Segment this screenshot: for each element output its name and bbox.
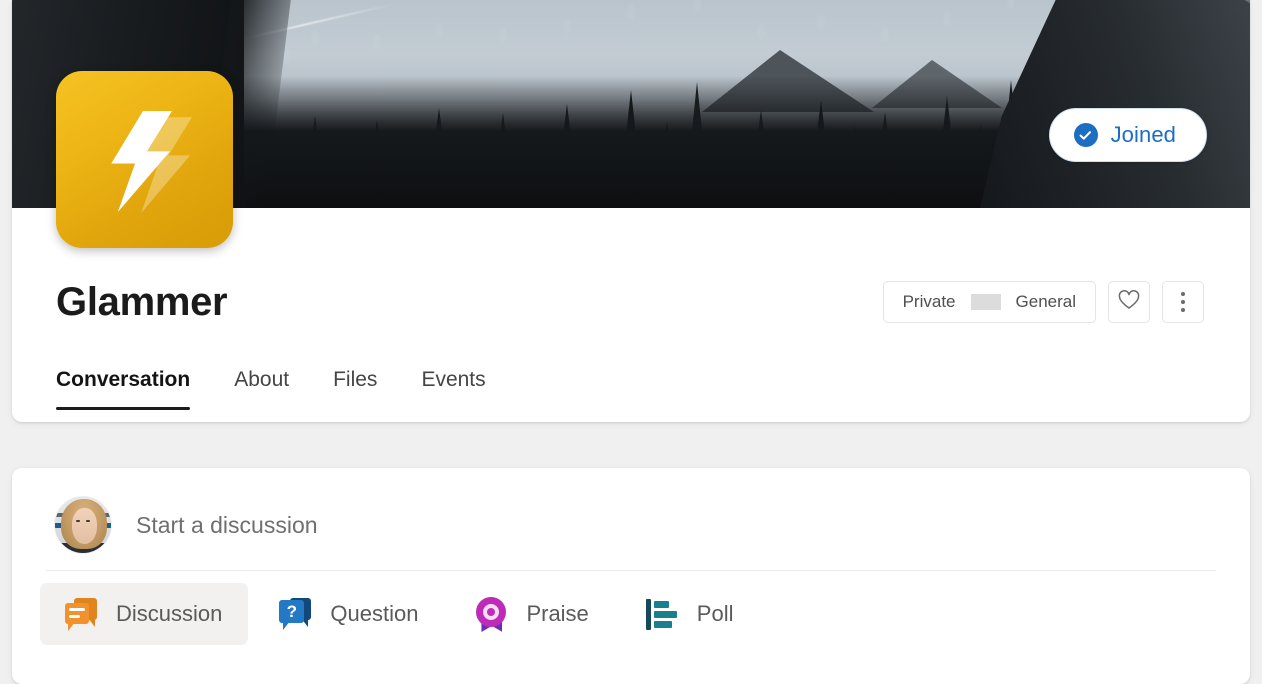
- tab-events-label: Events: [421, 368, 486, 391]
- page-scrollbar[interactable]: [1250, 0, 1262, 684]
- group-privacy-label: Private: [902, 292, 956, 311]
- group-page: Joined Glammer Private General Conversat…: [0, 0, 1262, 684]
- joined-button[interactable]: Joined: [1048, 108, 1207, 162]
- post-type-poll-label: Poll: [696, 601, 734, 626]
- group-header-card: Joined Glammer Private General Conversat…: [12, 0, 1250, 422]
- check-circle-icon: [1073, 123, 1098, 147]
- favorite-button[interactable]: [1108, 281, 1150, 323]
- group-category-label: General: [1015, 292, 1076, 311]
- tab-conversation-label: Conversation: [56, 368, 191, 391]
- post-composer-card: Start a discussion Discussion ? Question: [12, 468, 1250, 684]
- tab-about-label: About: [234, 368, 290, 391]
- avatar-face: [72, 508, 97, 544]
- group-meta-pill[interactable]: Private General: [882, 281, 1096, 323]
- tab-files-label: Files: [333, 368, 378, 391]
- post-type-question[interactable]: ? Question: [254, 583, 444, 645]
- post-type-question-label: Question: [330, 601, 419, 626]
- heart-outline-icon: [1118, 289, 1140, 315]
- post-type-praise[interactable]: Praise: [450, 583, 614, 645]
- more-vertical-icon: [1181, 292, 1185, 312]
- more-options-button[interactable]: [1162, 281, 1204, 323]
- discussion-icon: [62, 595, 100, 633]
- tab-events[interactable]: Events: [421, 368, 485, 410]
- start-discussion-input[interactable]: Start a discussion: [136, 512, 318, 539]
- group-logo[interactable]: [56, 71, 233, 248]
- group-tabs: Conversation About Files Events: [12, 340, 1250, 410]
- avatar[interactable]: [54, 496, 112, 554]
- post-type-praise-label: Praise: [526, 601, 589, 626]
- post-type-poll[interactable]: Poll: [621, 583, 760, 645]
- post-type-row: Discussion ? Question Praise Poll: [36, 571, 1226, 645]
- composer-header: Start a discussion: [36, 494, 1226, 556]
- joined-button-label: Joined: [1110, 122, 1176, 147]
- page-title: Glammer: [56, 279, 228, 324]
- post-type-discussion[interactable]: Discussion: [40, 583, 249, 645]
- tab-files[interactable]: Files: [333, 368, 377, 410]
- praise-icon: [472, 595, 510, 633]
- poll-icon: [643, 595, 681, 633]
- avatar-eye-left: [76, 520, 80, 522]
- post-type-discussion-label: Discussion: [116, 601, 223, 626]
- question-icon: ?: [276, 595, 314, 633]
- group-header-actions: Private General: [882, 281, 1204, 323]
- tab-about[interactable]: About: [234, 368, 289, 410]
- tab-conversation[interactable]: Conversation: [56, 368, 191, 410]
- avatar-eye-right: [86, 520, 90, 522]
- meta-separator: [970, 294, 1001, 310]
